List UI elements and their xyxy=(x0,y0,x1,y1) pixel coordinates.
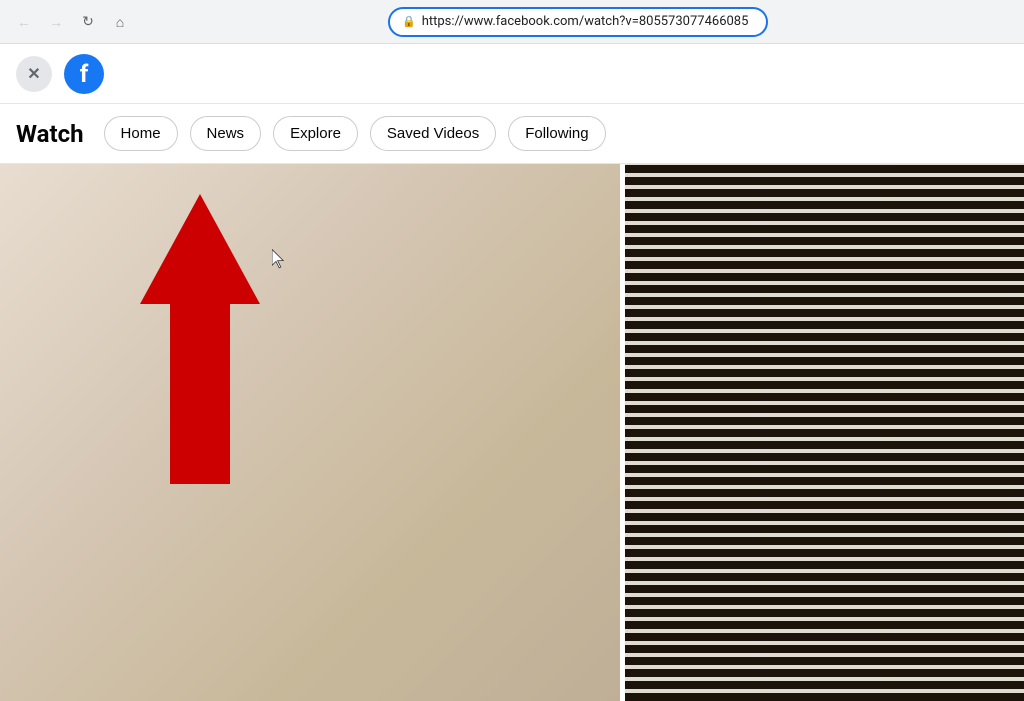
url-text: https://www.facebook.com/watch?v=8055730… xyxy=(422,14,749,29)
stripe-background xyxy=(625,164,1024,701)
video-thumbnail-right[interactable] xyxy=(625,164,1024,701)
lock-icon: 🔒 xyxy=(402,15,416,28)
forward-button[interactable]: → xyxy=(42,8,70,36)
stripe-pattern xyxy=(625,164,1024,701)
home-button[interactable]: ⌂ xyxy=(106,8,134,36)
close-button[interactable]: ✕ xyxy=(16,56,52,92)
nav-pill-saved-videos[interactable]: Saved Videos xyxy=(370,116,496,151)
back-button[interactable]: ← xyxy=(10,8,38,36)
video-thumbnail-left[interactable] xyxy=(0,164,620,701)
fb-logo-letter: f xyxy=(80,60,89,88)
watch-title: Watch xyxy=(16,120,84,148)
refresh-button[interactable]: ↻ xyxy=(74,8,102,36)
nav-pill-explore[interactable]: Explore xyxy=(273,116,358,151)
address-bar-wrapper: 🔒 https://www.facebook.com/watch?v=80557… xyxy=(142,7,1014,37)
watch-navigation: Watch Home News Explore Saved Videos Fol… xyxy=(0,104,1024,164)
content-area xyxy=(0,164,1024,701)
facebook-header: ✕ f xyxy=(0,44,1024,104)
nav-buttons: ← → ↻ ⌂ xyxy=(10,8,134,36)
address-bar[interactable]: 🔒 https://www.facebook.com/watch?v=80557… xyxy=(388,7,768,37)
facebook-logo[interactable]: f xyxy=(64,54,104,94)
nav-pill-home[interactable]: Home xyxy=(104,116,178,151)
browser-chrome: ← → ↻ ⌂ 🔒 https://www.facebook.com/watch… xyxy=(0,0,1024,44)
nav-pill-news[interactable]: News xyxy=(190,116,262,151)
nav-pill-following[interactable]: Following xyxy=(508,116,605,151)
